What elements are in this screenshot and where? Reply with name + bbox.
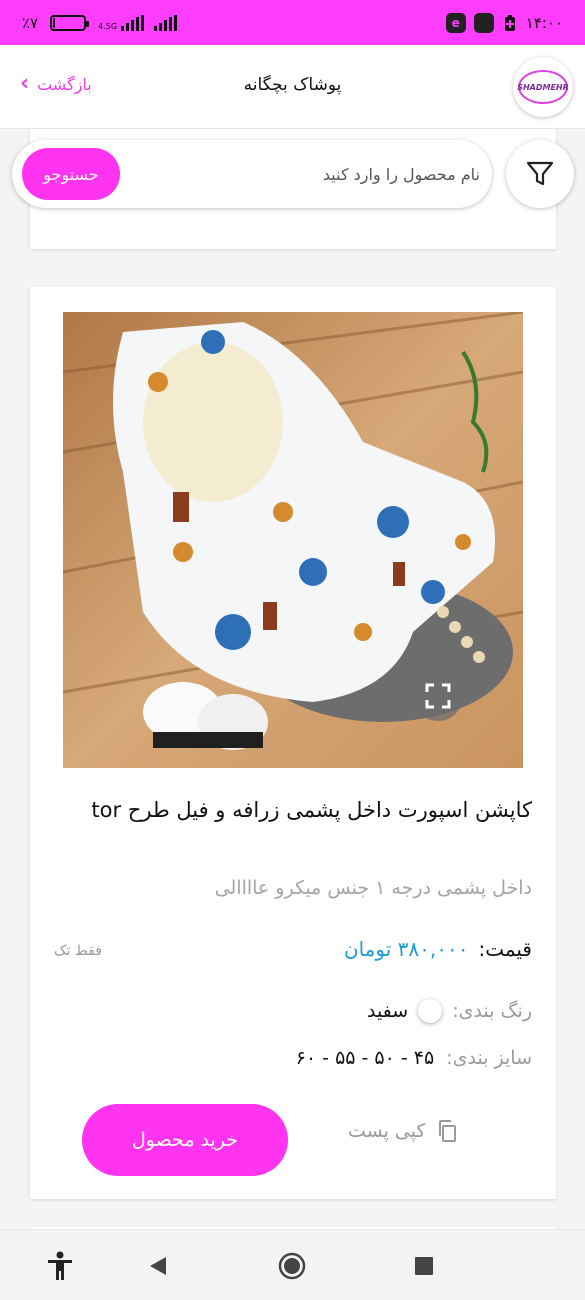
signal-indicator: 4.5G bbox=[98, 14, 178, 31]
search-input[interactable] bbox=[130, 152, 480, 196]
square-recents-icon bbox=[415, 1257, 433, 1275]
copy-icon bbox=[438, 1120, 456, 1142]
battery-percent: ٪۷ bbox=[22, 13, 39, 32]
filter-button[interactable] bbox=[506, 140, 574, 208]
square-notification-icon bbox=[473, 12, 494, 33]
accessibility-button[interactable] bbox=[42, 1248, 78, 1284]
size-row: سایز بندی: ۴۵ - ۵۰ - ۵۵ - ۶۰ bbox=[296, 1047, 532, 1069]
status-bar: ٪۷ 4.5G e ۱۴:۰۰ bbox=[0, 0, 585, 45]
product-description: داخل پشمی درجه ۱ جنس میکرو عاااالی bbox=[214, 877, 532, 899]
signal-bars-2-icon bbox=[154, 14, 178, 31]
buy-button[interactable]: خرید محصول bbox=[82, 1104, 288, 1176]
price-label: قیمت: bbox=[478, 937, 532, 961]
color-label: رنگ بندی: bbox=[452, 1000, 532, 1022]
battery-icon bbox=[50, 14, 90, 31]
status-bar-left: ٪۷ 4.5G bbox=[22, 13, 178, 32]
status-bar-right: e ۱۴:۰۰ bbox=[445, 12, 563, 33]
color-value: سفید bbox=[366, 1000, 409, 1022]
expand-icon bbox=[425, 683, 451, 709]
triangle-back-icon bbox=[150, 1257, 166, 1275]
back-nav-button[interactable] bbox=[140, 1248, 176, 1284]
product-list[interactable]: کاپشن اسپورت داخل پشمی زرافه و فیل طرح t… bbox=[0, 129, 585, 1229]
signal-bars-icon bbox=[121, 14, 145, 31]
copy-post-button[interactable]: کپی پست bbox=[348, 1119, 458, 1143]
page-title: پوشاک بچگانه bbox=[243, 75, 342, 95]
logo-text: SHADMEHR bbox=[517, 70, 569, 104]
recents-nav-button[interactable] bbox=[406, 1248, 442, 1284]
battery-saver-icon bbox=[504, 14, 515, 31]
stock-note: فقط تک bbox=[54, 943, 102, 959]
product-title: کاپشن اسپورت داخل پشمی زرافه و فیل طرح t… bbox=[91, 798, 532, 822]
clock: ۱۴:۰۰ bbox=[525, 13, 563, 32]
price-row: قیمت: ۳۸۰,۰۰۰ تومان bbox=[344, 937, 532, 961]
color-swatch bbox=[418, 999, 443, 1023]
search-button[interactable]: جستوجو bbox=[22, 148, 120, 200]
app-header: ‹ بازگشت پوشاک بچگانه SHADMEHR bbox=[0, 45, 585, 129]
size-value: ۴۵ - ۵۰ - ۵۵ - ۶۰ bbox=[295, 1047, 435, 1069]
system-navigation-bar bbox=[0, 1229, 585, 1300]
copy-label: کپی پست bbox=[348, 1120, 426, 1142]
color-row: رنگ بندی: سفید bbox=[367, 999, 532, 1023]
filter-icon bbox=[526, 161, 554, 186]
app-notification-icon: e bbox=[445, 12, 466, 33]
home-nav-button[interactable] bbox=[274, 1248, 310, 1284]
product-card: کاپشن اسپورت داخل پشمی زرافه و فیل طرح t… bbox=[30, 287, 556, 1199]
expand-image-button[interactable] bbox=[413, 671, 463, 721]
home-circle-icon bbox=[278, 1252, 306, 1280]
network-type: 4.5G bbox=[98, 21, 118, 31]
brand-logo: SHADMEHR bbox=[513, 57, 573, 117]
size-label: سایز بندی: bbox=[446, 1047, 532, 1069]
accessibility-icon bbox=[48, 1251, 72, 1280]
search-bar: جستوجو bbox=[12, 140, 492, 208]
price-value: ۳۸۰,۰۰۰ تومان bbox=[343, 937, 469, 961]
